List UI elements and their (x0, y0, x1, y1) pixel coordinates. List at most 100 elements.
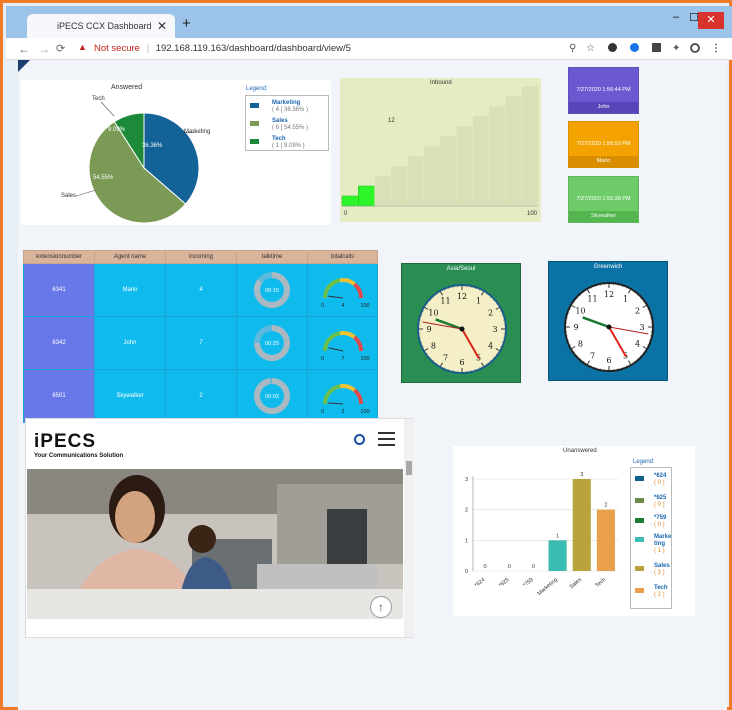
legend-label: Sales (654, 563, 670, 569)
clock-numeral: 9 (426, 325, 431, 334)
gauge-needle (327, 295, 343, 299)
inbound-axis-min: 0 (344, 211, 348, 217)
reload-icon[interactable]: ⟳ (56, 42, 65, 55)
col-totalcalls: totalcalls (307, 250, 378, 264)
profile-icon[interactable] (690, 43, 700, 53)
gauge-max-label: 100 (360, 303, 369, 309)
gauge-min-label: 0 (321, 303, 324, 309)
agent-tile-name: Mario (569, 156, 638, 167)
bar-value-label: 0 (484, 564, 487, 570)
legend-swatch (635, 566, 644, 571)
gauge-min-label: 0 (321, 356, 324, 362)
answered-legend-title: Legend: (246, 86, 268, 92)
talktime-donut: 00:15 (254, 272, 290, 308)
legend-label: *759 (654, 515, 667, 521)
answered-legend: Marketing( 4 [ 36.36% ) Sales( 6 [ 54.55… (245, 95, 329, 151)
clock-numeral: 1 (476, 296, 481, 305)
new-tab-button[interactable]: + (182, 15, 191, 32)
inbound-step (505, 95, 523, 207)
extension-icon-2[interactable] (630, 43, 639, 52)
col-incoming: incoming (165, 250, 237, 264)
clock-numeral: 2 (488, 309, 493, 318)
hamburger-menu-icon[interactable] (378, 432, 395, 446)
clock-numeral: 7 (443, 354, 448, 363)
talktime-donut: 00:25 (254, 325, 290, 361)
totalcalls-gauge: 0 4 100 (321, 278, 369, 309)
agent-tile-john[interactable]: 7/27/2020 1:56:44 PM John (568, 67, 639, 114)
cell-incoming: 7 (165, 316, 237, 370)
unanswered-widget: Unanswered 0 1 2 3 0 *624 0 *625 0 *759 1 Marketing… (453, 446, 695, 616)
inbound-value: 12 (388, 118, 395, 124)
legend-swatch (250, 103, 259, 108)
gauge-band (339, 278, 356, 286)
gauge-min-label: 0 (321, 409, 324, 415)
zoom-icon[interactable]: ⚲ (569, 43, 576, 54)
close-tab-icon[interactable]: ✕ (157, 19, 167, 33)
legend-sub: ( 0 ) (654, 502, 665, 508)
warning-icon[interactable]: ▲ (78, 42, 87, 52)
x-tick-label: Marketing (537, 577, 559, 597)
extension-icon-3[interactable] (652, 43, 661, 52)
scrollbar-thumb[interactable] (406, 461, 412, 475)
dashboard-content: Answered Tech Marketing Sales 36.36% 54.… (18, 60, 727, 710)
inbound-step (488, 105, 507, 207)
inbound-step (472, 115, 490, 207)
agent-tile-skywalker[interactable]: 7/27/2020 1:55:38 PM Skywalker (568, 176, 639, 223)
agent-tile-time: 7/27/2020 1:56:44 PM (576, 87, 631, 93)
bookmark-star-icon[interactable]: ☆ (586, 43, 595, 54)
bar-tech[interactable] (596, 509, 615, 571)
inbound-step (374, 175, 392, 207)
legend-label: Marke ting (654, 534, 672, 547)
frame-scrollbar[interactable] (404, 419, 414, 637)
col-extension: extensionnumber (23, 250, 95, 264)
agent-tile-mario[interactable]: 7/27/2020 1:56:53 PM Mario (568, 121, 639, 168)
pie-pct-tech: 9.09% (108, 127, 126, 133)
answered-widget: Answered Tech Marketing Sales 36.36% 54.… (21, 80, 331, 225)
inbound-step (423, 145, 441, 207)
y-tick-label: 1 (465, 538, 468, 544)
inbound-step (390, 165, 409, 207)
legend-sub: ( 3 ) (654, 570, 665, 576)
gauge-band (322, 278, 341, 299)
legend-swatch (250, 139, 259, 144)
gauge-band (352, 282, 363, 299)
clock-numeral: 8 (431, 342, 436, 351)
bar-sales[interactable] (572, 479, 591, 571)
inbound-step-chart (341, 85, 539, 207)
legend-label: Tech (654, 585, 668, 591)
cell-agent-name: Skywalker (94, 369, 166, 423)
cell-extension: 6501 (23, 369, 95, 423)
minimize-button[interactable]: – (668, 11, 684, 23)
gauge-value-label: 7 (341, 356, 344, 362)
scroll-to-top-button[interactable]: ↑ (370, 596, 392, 618)
title-bar: iPECS CCX Dashboard ✕ + – ☐ ✕ (6, 6, 732, 41)
legend-label: *624 (654, 473, 667, 479)
legend-sub: ( 1 ) (654, 548, 665, 554)
clock-numeral: 6 (459, 358, 464, 367)
bar-marketing[interactable] (548, 540, 567, 571)
talktime-donut: 00:02 (254, 378, 290, 414)
y-tick-label: 3 (465, 477, 468, 483)
url-text: 192.168.119.163/dashboard/dashboard/view… (155, 43, 351, 54)
inbound-axis-max: 100 (527, 211, 538, 217)
x-tick-label: Sales (569, 577, 584, 591)
browser-window: iPECS CCX Dashboard ✕ + – ☐ ✕ ← → ⟳ ▲ No… (0, 0, 732, 710)
legend-swatch (635, 588, 644, 593)
browser-tab[interactable]: iPECS CCX Dashboard ✕ (27, 14, 175, 41)
y-tick-label: 0 (465, 569, 468, 575)
menu-kebab-icon[interactable]: ⋮ (711, 43, 721, 54)
not-secure-label: Not secure (94, 43, 140, 54)
extensions-puzzle-icon[interactable]: ✦ (672, 43, 680, 54)
search-icon[interactable] (354, 434, 365, 445)
forward-icon[interactable]: → (38, 42, 50, 56)
donut-label: 00:25 (265, 341, 279, 347)
legend-sub: ( 1 [ 9.09% ) (272, 143, 305, 149)
back-icon[interactable]: ← (18, 42, 30, 56)
url-field[interactable]: Not secure | 192.168.119.163/dashboard/d… (94, 43, 351, 54)
legend-swatch (635, 518, 644, 523)
clock-numeral: 6 (606, 356, 611, 365)
x-tick-label: Tech (594, 577, 607, 589)
close-window-button[interactable]: ✕ (698, 12, 724, 29)
legend-label: *625 (654, 495, 667, 501)
extension-icon-1[interactable] (608, 43, 617, 52)
